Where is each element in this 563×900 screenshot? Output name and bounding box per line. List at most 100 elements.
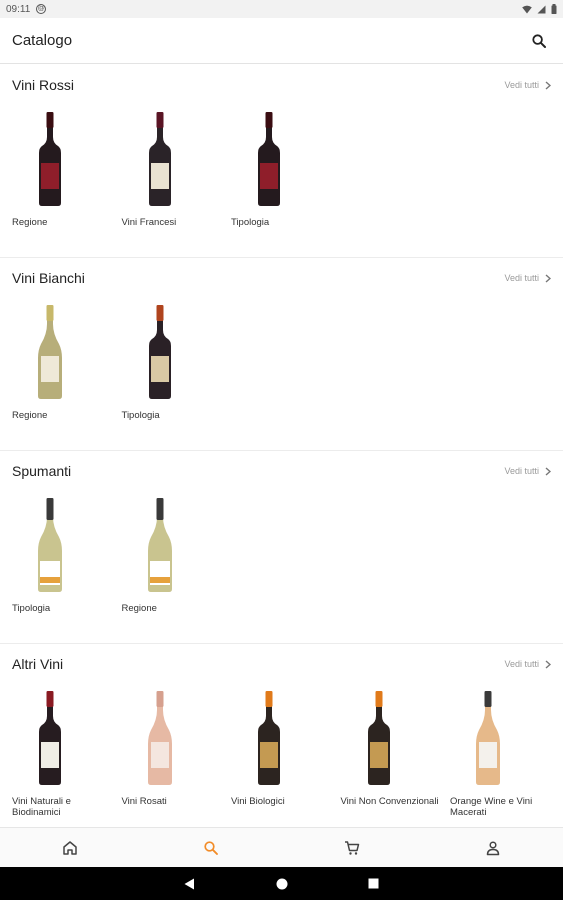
see-all-label: Vedi tutti <box>504 659 539 669</box>
wine-bottle-image <box>12 684 122 792</box>
category-card[interactable]: Vini Non Convenzionali <box>341 684 451 818</box>
section-title: Vini Rossi <box>12 77 74 93</box>
category-label: Vini Rosati <box>121 796 167 807</box>
category-card[interactable]: Regione <box>12 298 122 421</box>
category-list: Regione Tipologia <box>0 298 563 421</box>
see-all-link[interactable]: Vedi tutti <box>504 80 551 90</box>
chevron-right-icon <box>545 466 551 476</box>
category-list: Vini Naturali e Biodinamici Vini Rosati Vi… <box>0 684 563 818</box>
category-label: Tipologia <box>12 603 51 614</box>
wine-bottle-image <box>122 491 232 599</box>
status-time: 09:11 <box>6 3 31 15</box>
back-triangle-icon <box>184 878 194 889</box>
section-header: Vini Bianchi Vedi tutti <box>0 258 563 298</box>
signal-icon <box>537 5 546 13</box>
bottle-icon <box>38 498 62 592</box>
see-all-label: Vedi tutti <box>504 273 539 283</box>
category-card[interactable]: Vini Francesi <box>122 105 232 228</box>
battery-icon <box>551 4 557 14</box>
category-section: Vini Bianchi Vedi tutti Regione Tipologia <box>0 258 563 451</box>
category-card[interactable]: Regione <box>122 491 232 614</box>
nav-profile[interactable] <box>422 828 563 867</box>
home-circle-icon <box>276 878 287 889</box>
section-title: Spumanti <box>12 463 72 479</box>
category-card[interactable]: Vini Naturali e Biodinamici <box>12 684 122 818</box>
section-title: Vini Bianchi <box>12 270 85 286</box>
section-header: Spumanti Vedi tutti <box>0 451 563 491</box>
search-button[interactable] <box>527 29 551 53</box>
category-label: Vini Biologici <box>231 796 285 807</box>
category-card[interactable]: Tipologia <box>122 298 232 421</box>
bottle-icon <box>367 691 390 785</box>
see-all-link[interactable]: Vedi tutti <box>504 659 551 669</box>
see-all-link[interactable]: Vedi tutti <box>504 273 551 283</box>
section-header: Vini Rossi Vedi tutti <box>0 65 563 105</box>
nav-home[interactable] <box>0 828 141 867</box>
search-icon <box>532 33 546 48</box>
chevron-right-icon <box>545 80 551 90</box>
wine-bottle-image <box>341 684 451 792</box>
wine-bottle-image <box>122 684 232 792</box>
bottle-icon <box>147 498 172 592</box>
bottle-icon <box>148 112 171 206</box>
cart-icon <box>344 840 360 855</box>
search-icon <box>204 840 219 855</box>
wine-bottle-image <box>12 298 122 406</box>
wine-bottle-image <box>122 298 232 406</box>
status-icons <box>522 4 557 14</box>
category-label: Tipologia <box>231 217 270 228</box>
see-all-label: Vedi tutti <box>504 466 539 476</box>
bottle-icon <box>147 691 172 785</box>
category-label: Regione <box>12 217 48 228</box>
page-title: Catalogo <box>12 32 73 49</box>
bottle-icon <box>258 112 280 206</box>
category-section: Altri Vini Vedi tutti Vini Naturali e Biod… <box>0 644 563 827</box>
bottle-icon <box>39 112 61 206</box>
wine-bottle-image <box>12 105 122 213</box>
category-section: Spumanti Vedi tutti Tipologia Regione <box>0 451 563 644</box>
bottom-navigation <box>0 827 563 867</box>
app-bar: Catalogo <box>0 18 563 64</box>
category-label: Regione <box>12 410 48 421</box>
bottle-icon <box>148 305 171 399</box>
system-navigation-bar <box>0 867 563 900</box>
chevron-right-icon <box>545 659 551 669</box>
nav-search[interactable] <box>141 828 282 867</box>
category-card[interactable]: Vini Rosati <box>122 684 232 818</box>
category-label: Vini Non Convenzionali <box>340 796 439 807</box>
wifi-icon <box>522 5 532 13</box>
category-card[interactable]: Tipologia <box>231 105 341 228</box>
chevron-right-icon <box>545 273 551 283</box>
category-list: Regione Vini Francesi Tipologia <box>0 105 563 228</box>
category-label: Tipologia <box>121 410 160 421</box>
category-label: Vini Francesi <box>121 217 177 228</box>
catalog-content[interactable]: Vini Rossi Vedi tutti Regione Vini Francesi… <box>0 65 563 827</box>
wine-bottle-image <box>231 684 341 792</box>
section-header: Altri Vini Vedi tutti <box>0 644 563 684</box>
section-title: Altri Vini <box>12 656 64 672</box>
category-card[interactable]: Regione <box>12 105 122 228</box>
category-section: Vini Rossi Vedi tutti Regione Vini Francesi… <box>0 65 563 258</box>
category-label: Orange Wine e Vini Macerati <box>450 796 533 818</box>
category-list: Tipologia Regione <box>0 491 563 614</box>
category-card[interactable]: Tipologia <box>12 491 122 614</box>
notification-icon: @ <box>36 4 47 14</box>
category-label: Regione <box>121 603 157 614</box>
person-icon <box>486 840 499 855</box>
bottle-icon <box>38 305 62 399</box>
category-label: Vini Naturali e Biodinamici <box>12 796 71 818</box>
wine-bottle-image <box>12 491 122 599</box>
home-system-button[interactable] <box>272 874 292 894</box>
category-card[interactable]: Orange Wine e Vini Macerati <box>450 684 560 818</box>
bottle-icon <box>258 691 280 785</box>
nav-cart[interactable] <box>282 828 423 867</box>
wine-bottle-image <box>450 684 560 792</box>
see-all-link[interactable]: Vedi tutti <box>504 466 551 476</box>
home-icon <box>63 840 78 855</box>
bottle-icon <box>39 691 61 785</box>
recents-button[interactable] <box>364 874 384 894</box>
bottle-icon <box>476 691 500 785</box>
status-bar: 09:11 @ <box>0 0 563 18</box>
category-card[interactable]: Vini Biologici <box>231 684 341 818</box>
back-button[interactable] <box>180 874 200 894</box>
